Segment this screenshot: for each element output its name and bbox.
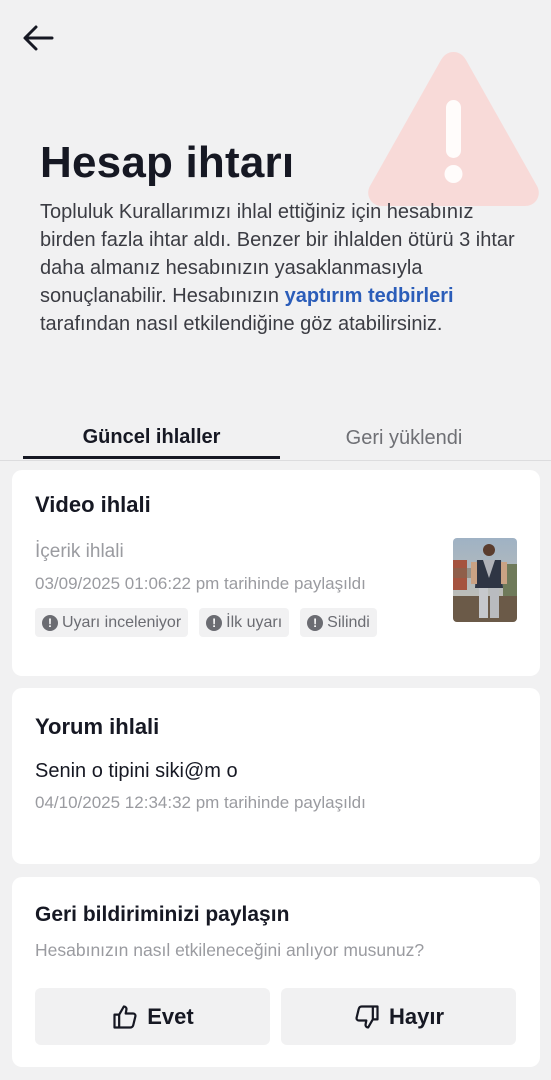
status-badge-removed: ! Silindi bbox=[300, 608, 377, 637]
status-badge-label: Silindi bbox=[327, 613, 370, 631]
tab-current-violations[interactable]: Güncel ihlaller bbox=[23, 418, 280, 459]
comment-posted-date: 04/10/2025 12:34:32 pm tarihinde paylaşı… bbox=[35, 793, 366, 812]
video-violation-card[interactable]: Video ihlali İçerik ihlali 03/09/2025 01… bbox=[12, 470, 540, 676]
comment-violation-title: Yorum ihlali bbox=[35, 714, 160, 739]
feedback-title: Geri bildiriminizi paylaşın bbox=[35, 903, 290, 926]
arrow-left-icon bbox=[23, 25, 54, 51]
back-button[interactable] bbox=[22, 22, 58, 54]
no-button-label: Hayır bbox=[388, 1003, 445, 1029]
page-description: Topluluk Kurallarımızı ihlal ettiğiniz i… bbox=[40, 198, 520, 338]
video-posted-date: 03/09/2025 01:06:22 pm tarihinde paylaşı… bbox=[35, 574, 366, 593]
violation-type: İçerik ihlali bbox=[35, 541, 124, 562]
tab-restored[interactable]: Geri yüklendi bbox=[280, 418, 528, 458]
yes-button[interactable]: Evet bbox=[35, 988, 270, 1045]
enforcement-link[interactable]: yaptırım tedbirleri bbox=[285, 285, 454, 307]
exclamation-circle-icon: ! bbox=[42, 614, 58, 631]
video-thumbnail[interactable] bbox=[453, 538, 517, 622]
status-badge-review: ! Uyarı inceleniyor bbox=[35, 608, 189, 637]
exclamation-circle-icon: ! bbox=[307, 614, 324, 631]
thumbs-down-icon bbox=[355, 1004, 379, 1029]
page-title: Hesap ihtarı bbox=[40, 138, 295, 187]
comment-violation-card[interactable]: Yorum ihlali Senin o tipini siki@m o 04/… bbox=[12, 688, 540, 864]
comment-text: Senin o tipini siki@m o bbox=[35, 760, 238, 782]
yes-button-label: Evet bbox=[147, 1003, 194, 1029]
status-badges: ! Uyarı inceleniyor ! İlk uyarı ! Silind… bbox=[35, 608, 377, 637]
tab-bar: Güncel ihlaller Geri yüklendi bbox=[0, 418, 551, 461]
warning-triangle-icon bbox=[368, 52, 539, 206]
video-violation-title: Video ihlali bbox=[35, 492, 151, 517]
thumbs-up-icon bbox=[113, 1004, 137, 1029]
no-button[interactable]: Hayır bbox=[281, 988, 516, 1045]
feedback-question: Hesabınızın nasıl etkileneceğini anlıyor… bbox=[35, 940, 425, 960]
status-badge-label: İlk uyarı bbox=[226, 613, 283, 631]
feedback-card: Geri bildiriminizi paylaşın Hesabınızın … bbox=[12, 877, 540, 1067]
status-badge-first-warning: ! İlk uyarı bbox=[199, 608, 290, 637]
description-text-end: tarafından nasıl etkilendiğine göz atabi… bbox=[40, 313, 443, 335]
status-badge-label: Uyarı inceleniyor bbox=[62, 613, 182, 631]
exclamation-circle-icon: ! bbox=[206, 614, 223, 631]
